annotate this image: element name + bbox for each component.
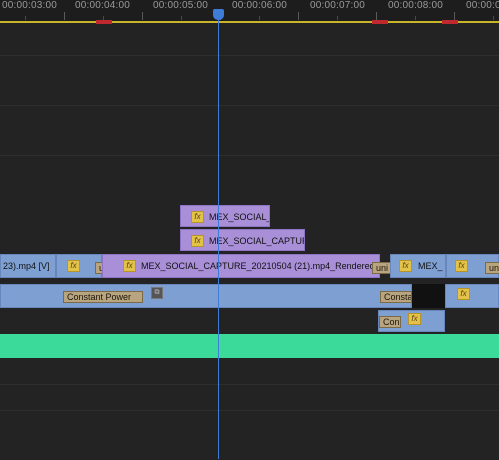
ruler-tick bbox=[142, 12, 143, 20]
playhead-line[interactable] bbox=[218, 16, 219, 459]
ruler-tick bbox=[415, 16, 416, 20]
clip-name: MEX_ bbox=[418, 261, 443, 271]
fx-badge-icon[interactable]: fx bbox=[123, 260, 136, 272]
render-bar-red bbox=[442, 20, 458, 24]
render-bar-red bbox=[96, 20, 112, 24]
timecode-label: 00:00:05:00 bbox=[153, 0, 209, 11]
timecode-label: 00:00:08:00 bbox=[388, 0, 444, 11]
clip-name: 23).mp4 [V] bbox=[3, 261, 50, 271]
ruler-tick bbox=[259, 16, 260, 20]
transition-tag[interactable]: uni bbox=[372, 262, 392, 274]
timecode-label: 00:00:09 bbox=[466, 0, 499, 11]
ruler-tick bbox=[64, 12, 65, 20]
timecode-label: 00:00:03:00 bbox=[2, 0, 58, 11]
fx-badge-icon[interactable]: fx bbox=[399, 260, 412, 272]
track-gap bbox=[412, 284, 445, 308]
audio-transition-constant-power[interactable]: Con bbox=[379, 316, 401, 328]
video-clip-v2[interactable]: fx MEX_SOCIAL_CAPTUR bbox=[180, 229, 305, 251]
video-clip-v1-left[interactable]: 23).mp4 [V] bbox=[0, 254, 56, 278]
transition-tag[interactable]: uni bbox=[485, 262, 499, 274]
render-bar-red bbox=[372, 20, 388, 24]
work-area-bar[interactable] bbox=[0, 21, 499, 23]
audio-track-empty[interactable] bbox=[0, 410, 499, 460]
video-clip-v3[interactable]: fx MEX_SOCIAL_ bbox=[180, 205, 270, 227]
fx-badge-icon[interactable]: fx bbox=[191, 235, 204, 247]
fx-badge-icon[interactable]: fx bbox=[457, 288, 470, 300]
video-track-empty[interactable] bbox=[0, 155, 499, 206]
video-clip-v1-right[interactable]: fx MEX_ bbox=[390, 254, 446, 278]
audio-transition-constant-power[interactable]: Constant Power bbox=[63, 291, 143, 303]
ruler-tick bbox=[181, 16, 182, 20]
clip-name: MEX_SOCIAL_CAPTURE_20210504 (21).mp4_Ren… bbox=[141, 261, 378, 271]
fx-badge-icon[interactable]: fx bbox=[455, 260, 468, 272]
video-track-empty[interactable] bbox=[0, 105, 499, 156]
audio-clip-a3-green[interactable] bbox=[0, 334, 499, 358]
ruler-tick bbox=[493, 16, 494, 20]
ruler-tick bbox=[454, 12, 455, 20]
audio-clip-a1[interactable] bbox=[0, 284, 412, 308]
transition-handle-icon[interactable]: ⧉ bbox=[151, 287, 163, 299]
ruler-tick bbox=[25, 16, 26, 20]
fx-badge-icon[interactable]: fx bbox=[191, 211, 204, 223]
video-track-empty[interactable] bbox=[0, 55, 499, 106]
timecode-label: 00:00:04:00 bbox=[75, 0, 131, 11]
fx-badge-icon[interactable]: fx bbox=[67, 260, 80, 272]
fx-badge-icon[interactable]: fx bbox=[408, 313, 421, 325]
audio-track-empty[interactable] bbox=[0, 384, 499, 411]
audio-clip-a1-right[interactable]: fx bbox=[445, 284, 499, 308]
audio-transition-constant-power[interactable]: Consta bbox=[380, 291, 412, 303]
ruler-tick bbox=[376, 12, 377, 20]
timecode-label: 00:00:06:00 bbox=[232, 0, 288, 11]
timecode-label: 00:00:07:00 bbox=[310, 0, 366, 11]
ruler-tick bbox=[298, 12, 299, 20]
time-ruler[interactable]: 00:00:03:00 00:00:04:00 00:00:05:00 00:0… bbox=[0, 0, 499, 24]
clip-name: MEX_SOCIAL_CAPTUR bbox=[209, 236, 305, 246]
video-clip-v1-main[interactable]: fx MEX_SOCIAL_CAPTURE_20210504 (21).mp4_… bbox=[102, 254, 380, 278]
ruler-tick bbox=[337, 16, 338, 20]
